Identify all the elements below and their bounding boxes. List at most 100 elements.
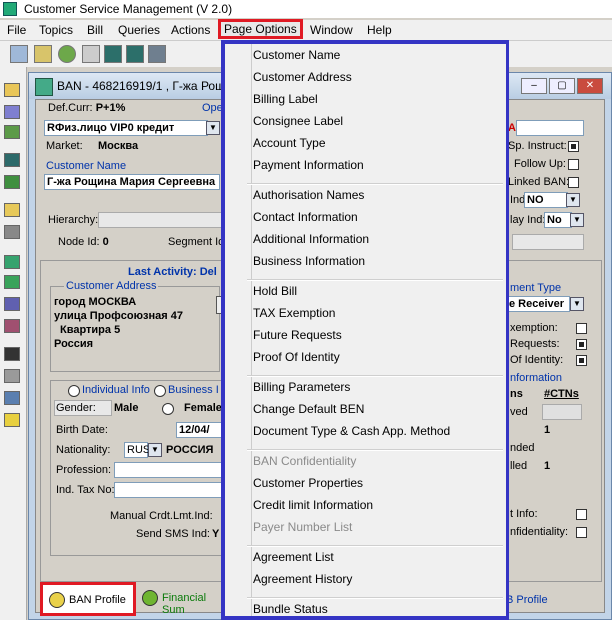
ns-icon[interactable]: [4, 413, 20, 427]
menu-item-agreement-history[interactable]: Agreement History: [253, 572, 352, 586]
chevron-down-icon[interactable]: ▼: [570, 297, 584, 311]
menu-page-options[interactable]: Page Options: [218, 19, 303, 39]
profession-field[interactable]: [114, 462, 222, 478]
menu-item-credit-limit-information[interactable]: Credit limit Information: [253, 498, 373, 512]
female-radio[interactable]: [162, 403, 174, 415]
lled-label: lled: [510, 460, 528, 472]
database-icon[interactable]: [4, 369, 20, 383]
receiver-field[interactable]: e Receiver: [506, 296, 570, 312]
maximize-button[interactable]: ▢: [549, 78, 575, 94]
menu-item-authorisation-names[interactable]: Authorisation Names: [253, 188, 364, 202]
settings-icon[interactable]: [34, 45, 52, 63]
window-icon[interactable]: [4, 391, 20, 405]
menu-separator: [247, 449, 503, 451]
node-id-label: Node Id: 0: [58, 236, 109, 248]
search-icon[interactable]: [58, 45, 76, 63]
menu-item-document-type-cash-app-method[interactable]: Document Type & Cash App. Method: [253, 424, 450, 438]
note-icon[interactable]: [4, 203, 20, 217]
document-icon[interactable]: [4, 255, 20, 269]
menu-item-tax-exemption[interactable]: TAX Exemption: [253, 306, 335, 320]
save-icon[interactable]: [4, 347, 20, 361]
monitor-icon[interactable]: [126, 45, 144, 63]
menu-window[interactable]: Window: [310, 22, 353, 38]
menu-item-customer-name[interactable]: Customer Name: [253, 48, 340, 62]
menu-item-business-information[interactable]: Business Information: [253, 254, 365, 268]
female-label: Female: [184, 402, 222, 414]
menu-item-bundle-status[interactable]: Bundle Status: [253, 602, 328, 616]
chevron-down-icon[interactable]: ▼: [566, 193, 580, 207]
tab-ban-profile[interactable]: BAN Profile: [40, 582, 136, 616]
menu-topics[interactable]: Topics: [39, 22, 73, 38]
business-radio[interactable]: [154, 385, 166, 397]
right-top-field[interactable]: [516, 120, 584, 136]
customer-name-field[interactable]: Г-жа Рощина Мария Сергеевна: [44, 174, 220, 190]
nationality-code-field[interactable]: RUS: [124, 442, 150, 458]
panel-icon[interactable]: [148, 45, 166, 63]
report-icon[interactable]: [4, 275, 20, 289]
birth-date-field[interactable]: 12/04/: [176, 422, 226, 438]
sp-instruct-checkbox[interactable]: [568, 141, 579, 152]
confidentiality-checkbox[interactable]: [576, 527, 587, 538]
individual-radio[interactable]: [68, 385, 80, 397]
app-icon: [3, 2, 17, 16]
phone-icon[interactable]: [4, 175, 20, 189]
account-type-field[interactable]: RФиз.лицо VIP0 кредит: [44, 120, 208, 136]
menu-help[interactable]: Help: [367, 22, 392, 38]
close-button[interactable]: ✕: [577, 78, 603, 94]
linked-ban-checkbox[interactable]: [568, 177, 579, 188]
individual-info-label: Individual Info: [82, 384, 150, 396]
screen-icon[interactable]: [104, 45, 122, 63]
ind-tax-field[interactable]: [114, 482, 222, 498]
menu-item-change-default-ben[interactable]: Change Default BEN: [253, 402, 364, 416]
birth-date-label: Birth Date:: [56, 424, 108, 436]
menu-item-billing-parameters[interactable]: Billing Parameters: [253, 380, 350, 394]
follow-up-checkbox[interactable]: [568, 159, 579, 170]
lookup-icon[interactable]: [82, 45, 100, 63]
stack-icon[interactable]: [4, 297, 20, 311]
menu-item-account-type[interactable]: Account Type: [253, 136, 326, 150]
menu-actions[interactable]: Actions: [171, 22, 210, 38]
information-label: nformation: [510, 372, 562, 384]
minimize-button[interactable]: –: [521, 78, 547, 94]
t-info-label: t Info:: [510, 508, 538, 520]
profile-icon: [49, 592, 65, 608]
menu-item-contact-information[interactable]: Contact Information: [253, 210, 358, 224]
menu-file[interactable]: File: [7, 22, 26, 38]
hierarchy-field: [98, 212, 226, 228]
t-info-checkbox[interactable]: [576, 509, 587, 520]
requests-checkbox[interactable]: [576, 339, 587, 350]
exemption-checkbox[interactable]: [576, 323, 587, 334]
identity-checkbox[interactable]: [576, 355, 587, 366]
tab-financial[interactable]: Financial Sum: [140, 588, 220, 616]
business-info-label: Business I: [168, 384, 219, 396]
menu-bill[interactable]: Bill: [87, 22, 103, 38]
folder-icon[interactable]: [4, 83, 20, 97]
menu-item-customer-properties[interactable]: Customer Properties: [253, 476, 363, 490]
menu-item-hold-bill[interactable]: Hold Bill: [253, 284, 297, 298]
menu-queries[interactable]: Queries: [118, 22, 160, 38]
lay-ind-field[interactable]: No: [544, 212, 572, 228]
properties-icon[interactable]: [10, 45, 28, 63]
menu-item-additional-information[interactable]: Additional Information: [253, 232, 369, 246]
menu-item-agreement-list[interactable]: Agreement List: [253, 550, 334, 564]
list-icon[interactable]: [4, 105, 20, 119]
chevron-down-icon[interactable]: ▼: [570, 213, 584, 227]
tab-b-profile[interactable]: B Profile: [506, 594, 548, 606]
menu-item-customer-address[interactable]: Customer Address: [253, 70, 352, 84]
chevron-down-icon[interactable]: ▼: [148, 443, 162, 457]
transfer-icon[interactable]: [4, 125, 20, 139]
chevron-down-icon[interactable]: ▼: [206, 121, 220, 135]
ind-field[interactable]: NO: [524, 192, 568, 208]
menu-item-billing-label[interactable]: Billing Label: [253, 92, 318, 106]
title-bar: Customer Service Management (V 2.0): [0, 0, 612, 18]
filter-icon[interactable]: [4, 319, 20, 333]
menu-item-consignee-label[interactable]: Consignee Label: [253, 114, 343, 128]
calculator-icon[interactable]: [4, 153, 20, 167]
tab-financial-label: Financial Sum: [162, 592, 207, 616]
tools-icon[interactable]: [4, 225, 20, 239]
menu-item-proof-of-identity[interactable]: Proof Of Identity: [253, 350, 340, 364]
customer-name-label: Customer Name: [46, 160, 127, 172]
address-line: город МОСКВА: [54, 296, 137, 308]
menu-item-future-requests[interactable]: Future Requests: [253, 328, 342, 342]
menu-item-payment-information[interactable]: Payment Information: [253, 158, 364, 172]
